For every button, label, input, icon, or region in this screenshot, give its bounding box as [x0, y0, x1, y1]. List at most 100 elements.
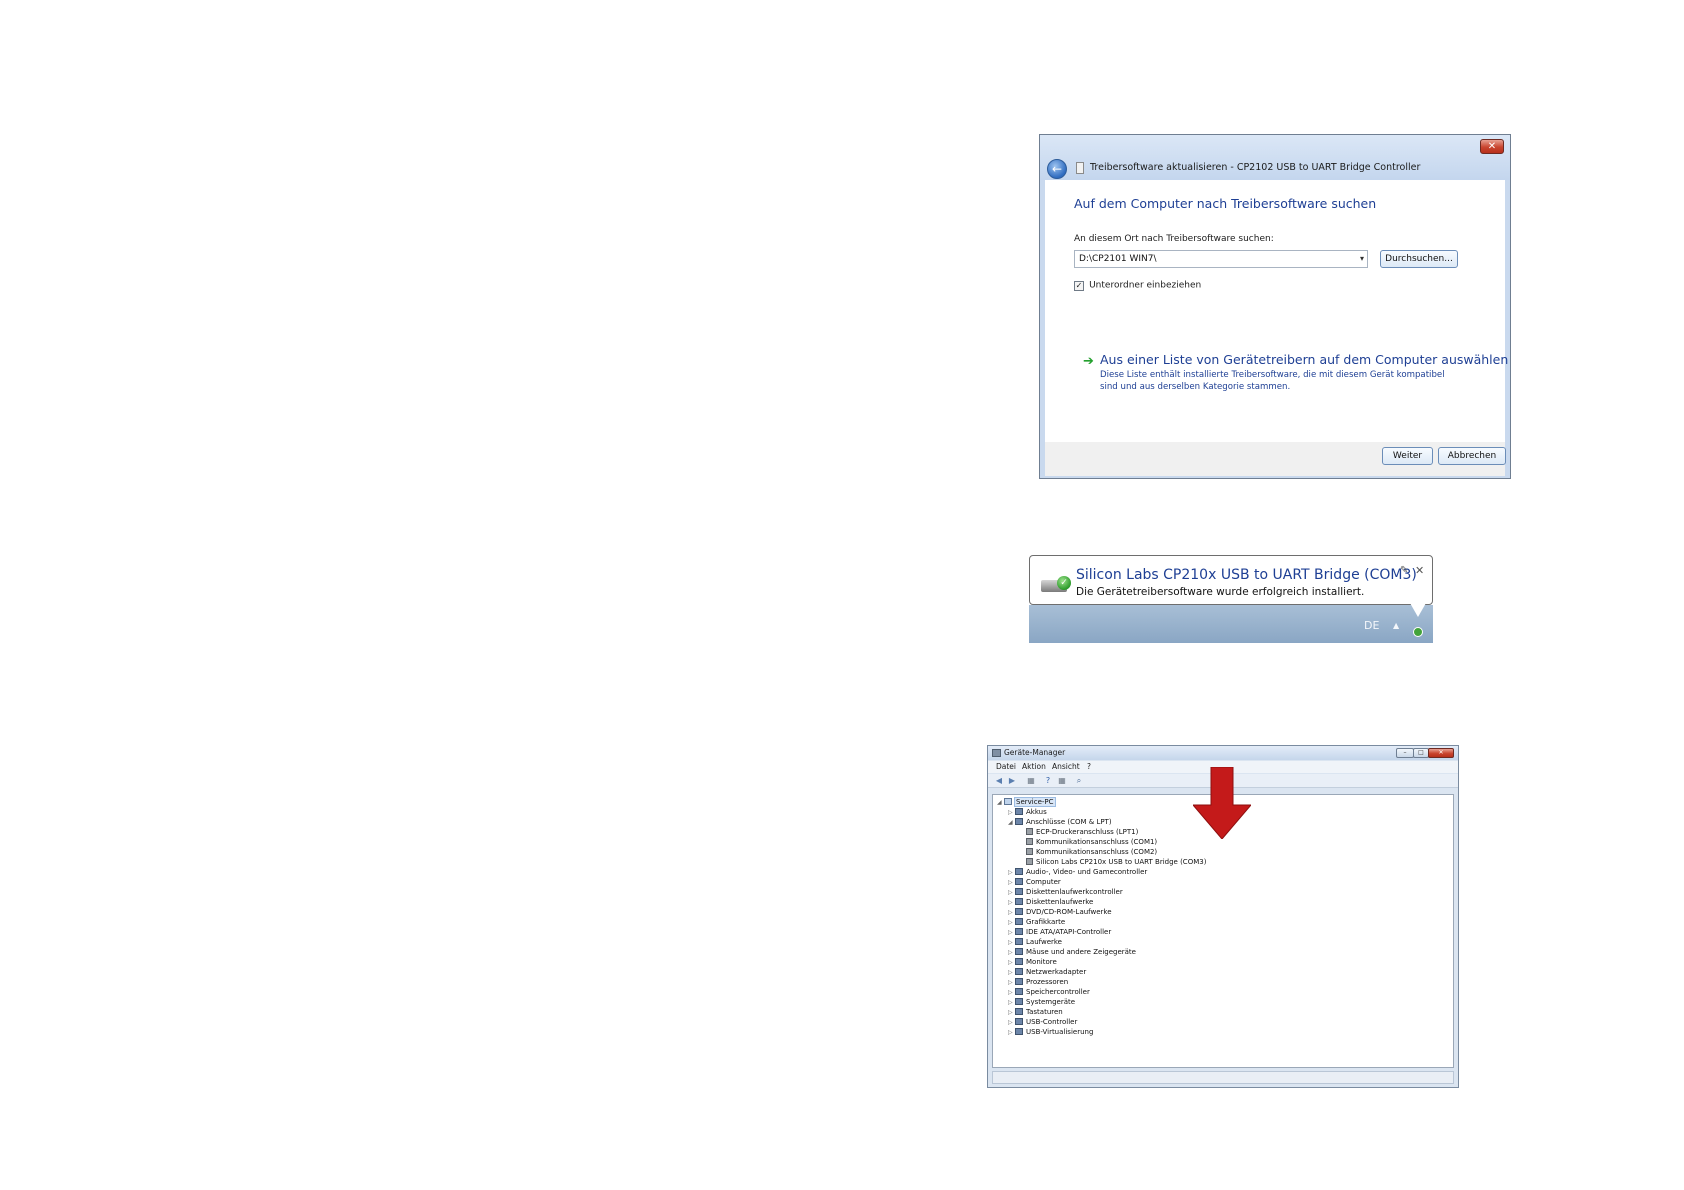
notification-close-icon[interactable]: ✕	[1415, 564, 1424, 577]
language-indicator[interactable]: DE	[1364, 619, 1379, 632]
driver-installed-notification: DE ▲ ✓ Silicon Labs CP210x USB to UART B…	[1029, 555, 1433, 643]
device-category-icon	[1015, 958, 1023, 965]
show-hidden-icons-button[interactable]: ▲	[1393, 621, 1399, 630]
browse-button[interactable]: Durchsuchen...	[1380, 250, 1458, 268]
device-category-icon	[1015, 988, 1023, 995]
tree-category-item[interactable]: ▷ Mäuse und andere Zeigegeräte	[1008, 947, 1136, 957]
scan-hardware-icon[interactable]: ⌕	[1074, 776, 1084, 786]
device-category-icon	[1015, 818, 1023, 825]
wizard-footer	[1045, 442, 1505, 476]
tree-item-label: Diskettenlaufwerke	[1026, 898, 1094, 906]
device-category-icon	[1015, 968, 1023, 975]
tree-port-item[interactable]: Kommunikationsanschluss (COM1)	[1019, 837, 1157, 847]
help-icon[interactable]: ?	[1043, 776, 1053, 786]
tree-item-label: Anschlüsse (COM & LPT)	[1026, 818, 1112, 826]
collapse-triangle-icon[interactable]: ◢	[997, 798, 1004, 808]
notification-balloon[interactable]: ✓ Silicon Labs CP210x USB to UART Bridge…	[1029, 555, 1433, 605]
device-category-icon	[1015, 1028, 1023, 1035]
next-button[interactable]: Weiter	[1382, 447, 1433, 465]
tree-category-item[interactable]: ▷ Diskettenlaufwerke	[1008, 897, 1093, 907]
back-icon[interactable]: ◀	[994, 776, 1004, 786]
device-manager-icon	[992, 749, 1001, 757]
driver-path-combobox[interactable]: D:\CP2101 WIN7\ ▾	[1074, 250, 1368, 268]
expand-triangle-icon[interactable]: ▷	[1008, 1028, 1015, 1038]
device-category-icon	[1015, 908, 1023, 915]
forward-icon[interactable]: ▶	[1007, 776, 1017, 786]
tree-item-label: Audio-, Video- und Gamecontroller	[1026, 868, 1148, 876]
tree-item-label: DVD/CD-ROM-Laufwerke	[1026, 908, 1112, 916]
device-category-icon	[1015, 1018, 1023, 1025]
tree-category-item[interactable]: ▷ Monitore	[1008, 957, 1057, 967]
properties-icon[interactable]: ▦	[1026, 776, 1036, 786]
tree-item-label: Computer	[1026, 878, 1061, 886]
driver-update-wizard: ✕ ← Treibersoftware aktualisieren - CP21…	[1039, 134, 1511, 479]
view-icon[interactable]: ▦	[1057, 776, 1067, 786]
tree-port-item[interactable]: Kommunikationsanschluss (COM2)	[1019, 847, 1157, 857]
tree-item-label: IDE ATA/ATAPI-Controller	[1026, 928, 1112, 936]
tree-category-item[interactable]: ▷ Diskettenlaufwerkcontroller	[1008, 887, 1123, 897]
device-installed-tray-icon[interactable]	[1413, 627, 1423, 637]
tree-port-item[interactable]: Silicon Labs CP210x USB to UART Bridge (…	[1019, 857, 1206, 867]
tree-item-label: Kommunikationsanschluss (COM2)	[1036, 848, 1158, 856]
collapse-triangle-icon[interactable]: ◢	[1008, 818, 1015, 828]
tree-item-label: Laufwerke	[1026, 938, 1062, 946]
menu-help[interactable]: ?	[1087, 762, 1091, 771]
tree-category-item[interactable]: ▷ Speichercontroller	[1008, 987, 1090, 997]
include-subfolders-label: Unterordner einbeziehen	[1089, 280, 1202, 291]
include-subfolders-checkbox[interactable]: ✓	[1074, 280, 1084, 291]
maximize-button[interactable]: □	[1413, 748, 1429, 758]
tree-category-item[interactable]: ▷ DVD/CD-ROM-Laufwerke	[1008, 907, 1112, 917]
tree-item-label: ECP-Druckeranschluss (LPT1)	[1036, 828, 1139, 836]
menu-datei[interactable]: Datei	[996, 762, 1016, 771]
tree-item-label: Grafikkarte	[1026, 918, 1066, 926]
device-category-icon	[1015, 918, 1023, 925]
port-connector-icon	[1026, 858, 1033, 865]
tree-root-item[interactable]: ◢ Service-PC	[997, 797, 1056, 808]
page-heading: Auf dem Computer nach Treibersoftware su…	[1074, 196, 1377, 211]
back-arrow-icon[interactable]: ←	[1047, 159, 1067, 179]
tree-port-item[interactable]: ECP-Druckeranschluss (LPT1)	[1019, 827, 1138, 837]
computer-icon	[1004, 798, 1012, 805]
tree-item-label: USB-Virtualisierung	[1026, 1028, 1094, 1036]
device-category-icon	[1015, 998, 1023, 1005]
wizard-close-button[interactable]: ✕	[1480, 139, 1504, 154]
pick-from-list-link[interactable]: Aus einer Liste von Gerätetreibern auf d…	[1100, 352, 1508, 367]
success-check-icon: ✓	[1057, 576, 1071, 590]
device-category-icon	[1015, 878, 1023, 885]
device-category-icon	[1015, 898, 1023, 905]
tree-category-item[interactable]: ▷ Audio-, Video- und Gamecontroller	[1008, 867, 1147, 877]
tree-item-label: USB-Controller	[1026, 1018, 1078, 1026]
include-subfolders-row[interactable]: ✓ Unterordner einbeziehen	[1074, 275, 1201, 294]
tree-category-item[interactable]: ▷ Akkus	[1008, 807, 1047, 817]
tree-category-item[interactable]: ▷ Netzwerkadapter	[1008, 967, 1086, 977]
tree-category-item[interactable]: ▷ Systemgeräte	[1008, 997, 1075, 1007]
dropdown-arrow-icon[interactable]: ▾	[1360, 254, 1364, 263]
tree-category-item[interactable]: ▷ Tastaturen	[1008, 1007, 1063, 1017]
menu-aktion[interactable]: Aktion	[1022, 762, 1046, 771]
location-label: An diesem Ort nach Treibersoftware suche…	[1074, 234, 1274, 244]
menu-ansicht[interactable]: Ansicht	[1052, 762, 1080, 771]
device-category-icon	[1015, 948, 1023, 955]
notification-title: Silicon Labs CP210x USB to UART Bridge (…	[1076, 567, 1417, 583]
tree-category-item[interactable]: ▷ USB-Controller	[1008, 1017, 1077, 1027]
tree-category-item[interactable]: ▷ IDE ATA/ATAPI-Controller	[1008, 927, 1111, 937]
close-button[interactable]: ✕	[1428, 748, 1454, 758]
minimize-button[interactable]: –	[1396, 748, 1414, 758]
arrow-shape	[1193, 767, 1251, 839]
highlight-arrow-icon	[1193, 767, 1251, 839]
options-icon[interactable]: ✎	[1400, 565, 1408, 576]
tree-item-label: Mäuse und andere Zeigegeräte	[1026, 948, 1136, 956]
tree-category-item[interactable]: ◢ Anschlüsse (COM & LPT)	[1008, 817, 1112, 827]
tree-item-label: Systemgeräte	[1026, 998, 1076, 1006]
tree-category-item[interactable]: ▷ Computer	[1008, 877, 1061, 887]
tree-category-item[interactable]: ▷ Grafikkarte	[1008, 917, 1065, 927]
device-category-icon	[1015, 978, 1023, 985]
tree-category-item[interactable]: ▷ USB-Virtualisierung	[1008, 1027, 1093, 1037]
tree-category-item[interactable]: ▷ Prozessoren	[1008, 977, 1068, 987]
cancel-button[interactable]: Abbrechen	[1438, 447, 1506, 465]
port-connector-icon	[1026, 828, 1033, 835]
green-arrow-icon[interactable]: ➔	[1083, 354, 1094, 369]
device-icon	[1076, 162, 1084, 174]
tree-category-item[interactable]: ▷ Laufwerke	[1008, 937, 1062, 947]
device-category-icon	[1015, 938, 1023, 945]
